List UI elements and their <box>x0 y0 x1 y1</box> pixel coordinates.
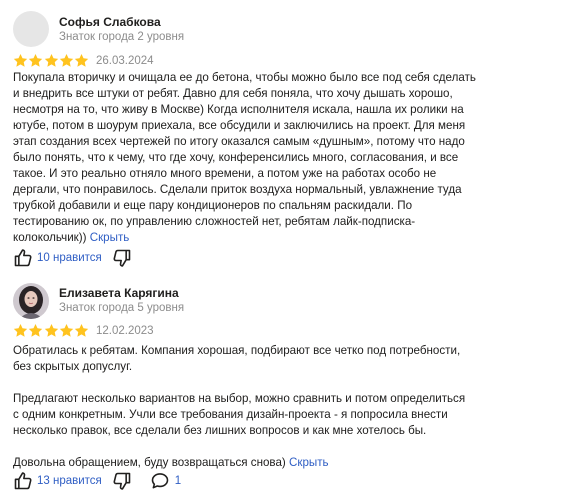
review-date: 26.03.2024 <box>96 55 154 67</box>
likes-count: 13 нравится <box>37 475 102 487</box>
likes-count: 10 нравится <box>37 252 102 264</box>
review-card: Елизавета Карягина Знаток города 5 уровн… <box>0 272 587 499</box>
like-button[interactable]: 13 нравится <box>13 471 102 491</box>
star-icon <box>44 53 58 67</box>
star-icon <box>75 53 89 67</box>
star-icon <box>13 323 28 337</box>
dislike-button[interactable] <box>112 471 132 491</box>
author-level: Знаток города 5 уровня <box>59 302 185 314</box>
star-icon <box>44 323 58 337</box>
thumbs-down-icon <box>113 249 131 267</box>
review-paragraph: Предлагают несколько вариантов на выбор,… <box>13 392 466 437</box>
collapse-link[interactable]: Скрыть <box>289 456 329 469</box>
star-icon <box>29 323 43 337</box>
avatar[interactable] <box>13 11 49 47</box>
avatar[interactable] <box>13 283 49 319</box>
review-actions: 13 нравится 1 <box>13 470 181 492</box>
review-card: Софья Слабкова Знаток города 2 уровня 26… <box>0 0 587 272</box>
comments-button[interactable]: 1 <box>150 471 181 491</box>
author-name[interactable]: Софья Слабкова <box>59 15 161 29</box>
review-paragraph: Покупала вторичку и очищала ее до бетона… <box>13 71 476 244</box>
thumbs-down-icon <box>113 472 131 490</box>
author-name[interactable]: Елизавета Карягина <box>59 286 179 300</box>
star-icon <box>13 53 28 67</box>
user-photo-icon <box>13 283 49 319</box>
review-text: Обратилась к ребятам. Компания хорошая, … <box>13 343 483 471</box>
comments-count: 1 <box>174 475 182 487</box>
star-icon <box>75 323 89 337</box>
rating-stars <box>13 53 89 69</box>
star-icon <box>59 53 74 67</box>
thumbs-up-icon <box>14 249 32 267</box>
star-icon <box>59 323 74 337</box>
rating-stars <box>13 323 89 339</box>
star-icon <box>29 53 43 67</box>
review-paragraph: Довольна обращением, буду возвращаться с… <box>13 456 286 469</box>
review-text: Покупала вторичку и очищала ее до бетона… <box>13 70 483 246</box>
dislike-button[interactable] <box>112 248 132 268</box>
collapse-link[interactable]: Скрыть <box>90 231 130 244</box>
author-level: Знаток города 2 уровня <box>59 31 185 43</box>
comment-icon <box>151 473 169 489</box>
review-date: 12.02.2023 <box>96 325 154 337</box>
review-actions: 10 нравится <box>13 247 132 269</box>
like-button[interactable]: 10 нравится <box>13 248 102 268</box>
review-paragraph: Обратилась к ребятам. Компания хорошая, … <box>13 344 461 373</box>
thumbs-up-icon <box>14 472 32 490</box>
